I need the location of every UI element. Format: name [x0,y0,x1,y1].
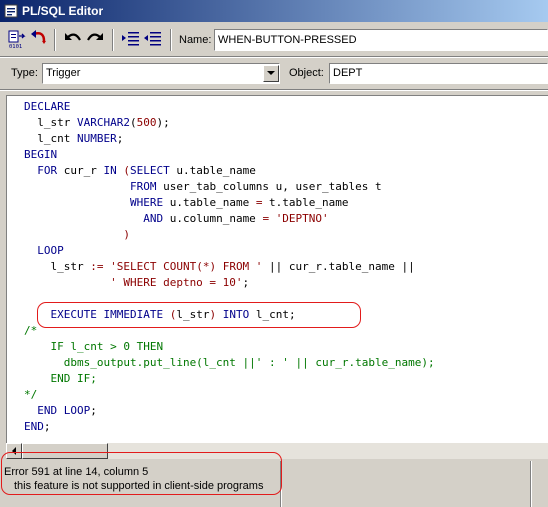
code-line: FOR cur_r IN (SELECT u.table_name [24,164,256,177]
name-label: Name: [179,34,212,46]
window-title: PL/SQL Editor [22,4,104,18]
code-line: ' WHERE deptno = 10'; [24,276,249,289]
code-line: END; [24,420,51,433]
code-line: DECLARE [24,100,70,113]
name-field[interactable]: WHEN-BUTTON-PRESSED [214,29,548,51]
code-line: ) [24,228,130,241]
code-token: IN [103,164,117,177]
code-text[interactable]: DECLARE l_str VARCHAR2(500); l_cnt NUMBE… [24,99,435,435]
code-token: l_str [24,116,77,129]
code-token: l_cnt [24,132,77,145]
code-line: */ [24,388,37,401]
type-dropdown-button[interactable] [263,65,279,82]
outdent-icon[interactable] [142,28,164,50]
code-line: END LOOP; [24,404,97,417]
code-line: WHERE u.table_name = t.table_name [24,196,349,209]
code-line: BEGIN [24,148,57,161]
code-line: l_str := 'SELECT COUNT(*) FROM ' || cur_… [24,260,415,273]
code-token: := [90,260,104,273]
code-line: END IF; [24,372,97,385]
code-token: u.table_name [169,164,256,177]
redo-icon[interactable] [84,28,106,50]
divider [0,56,548,58]
object-field[interactable]: DEPT [329,63,548,84]
title-bar: PL/SQL Editor [0,0,548,22]
code-token: AND [143,212,164,225]
code-token: ' WHERE deptno = 10' [110,276,243,289]
highlight-error-message [1,452,282,495]
compile-icon[interactable]: 0101 [6,28,28,50]
revert-icon[interactable] [28,28,50,50]
code-token: u.column_name [163,212,263,225]
code-token: ; [90,404,97,417]
type-label: Type: [11,67,38,79]
code-token: */ [24,388,38,401]
code-token: FROM [129,180,157,193]
code-token: 'SELECT COUNT(*) FROM ' [110,260,263,273]
code-line: l_cnt NUMBER; [24,132,123,145]
chevron-down-icon [267,71,275,75]
code-token: DECLARE [24,100,71,113]
code-token: ( [123,164,130,177]
code-token: u.table_name [163,196,256,209]
code-line: IF l_cnt > 0 THEN [24,340,163,353]
code-line: AND u.column_name = 'DEPTNO' [24,212,329,225]
toolbar-separator [54,29,56,51]
code-token: l_str [24,260,91,273]
code-token: END IF; [24,372,97,385]
code-line: l_str VARCHAR2(500); [24,116,170,129]
code-token: user_tab_columns u, user_tables t [156,180,382,193]
code-token: NUMBER [76,132,117,145]
code-token: /* [24,324,38,337]
code-token: ) [123,228,130,241]
code-token: SELECT [129,164,170,177]
code-token: END LOOP [37,404,91,417]
code-token: ( [129,116,137,129]
app-icon [4,4,18,18]
type-select[interactable]: Trigger [42,63,280,84]
code-line: dbms_output.put_line(l_cnt ||' : ' || cu… [24,356,435,369]
code-token: dbms_output.put_line(l_cnt ||' : ' || cu… [24,356,435,369]
code-token: END [24,420,44,433]
highlight-execute-line [37,302,361,328]
type-select-value: Trigger [46,67,81,79]
toolbar-separator [112,29,114,51]
code-token: ; [43,420,51,433]
code-token: 500 [136,116,157,129]
code-token: WHERE [129,196,164,209]
code-token: t.table_name [262,196,349,209]
code-token: FOR [37,164,58,177]
code-editor[interactable]: DECLARE l_str VARCHAR2(500); l_cnt NUMBE… [6,95,548,444]
code-token: VARCHAR2 [76,116,130,129]
code-line: FROM user_tab_columns u, user_tables t [24,180,382,193]
code-token: ; [116,132,124,145]
code-line: LOOP [24,244,64,257]
svg-text:0101: 0101 [9,44,22,50]
code-token: ); [156,116,170,129]
code-token: || cur_r.table_name || [262,260,415,273]
code-token: IF l_cnt > 0 THEN [24,340,164,353]
code-token: cur_r [57,164,104,177]
divider [0,89,548,91]
code-token: BEGIN [24,148,58,161]
code-token: LOOP [37,244,64,257]
code-token: 'DEPTNO' [275,212,329,225]
indent-icon[interactable] [120,28,142,50]
object-label: Object: [289,67,324,79]
toolbar-separator [170,29,172,51]
undo-icon[interactable] [62,28,84,50]
code-line: /* [24,324,37,337]
code-token: ; [242,276,250,289]
status-panel-divider [530,461,532,507]
